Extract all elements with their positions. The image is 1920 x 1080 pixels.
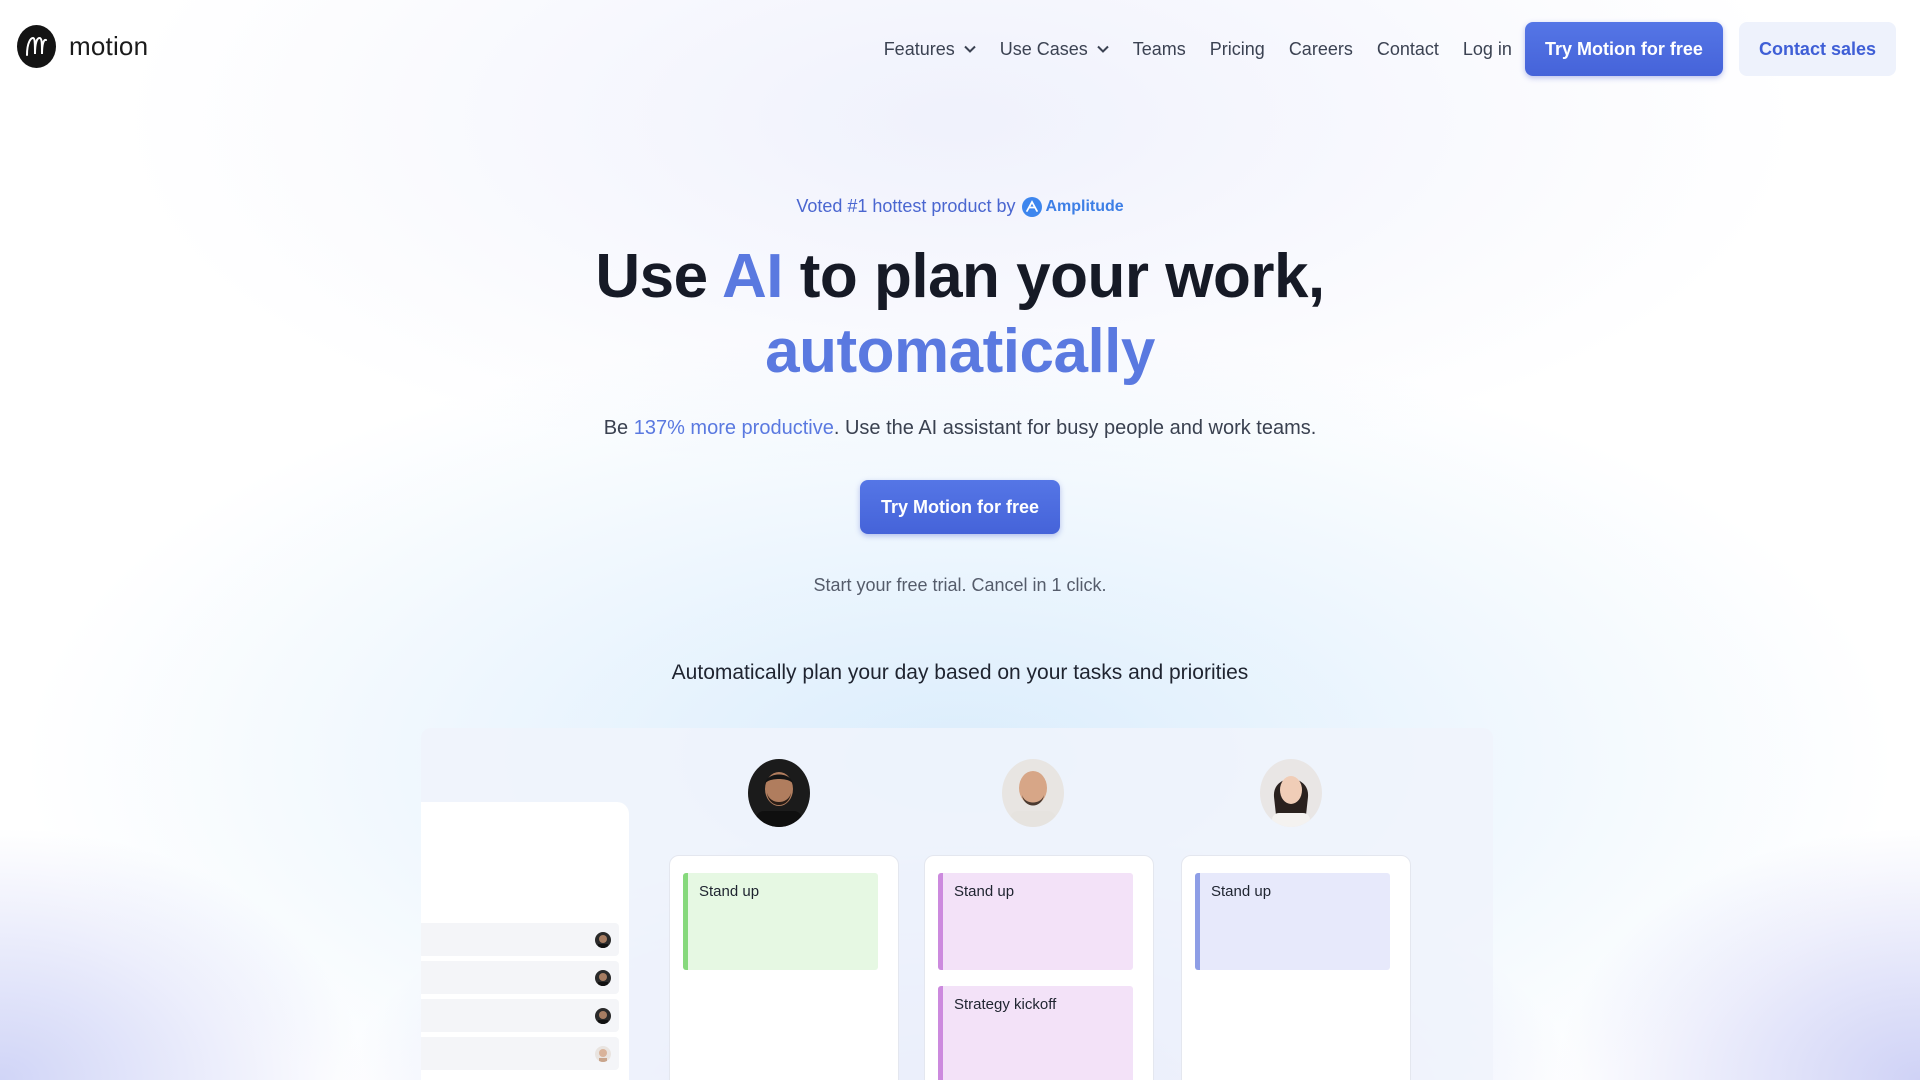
nav-item-teams[interactable]: Teams [1133,39,1186,60]
logo-link[interactable]: motion [17,25,148,68]
contact-sales-button[interactable]: Contact sales [1738,22,1896,76]
avatar [1260,759,1322,827]
task-list-card [421,802,629,1080]
avatar [595,932,611,948]
headline-accent: AI [722,242,784,311]
calendar-column: Stand up [1181,855,1411,1080]
avatar [748,759,810,827]
avatar [1002,759,1064,827]
amplitude-label: Amplitude [1045,197,1124,215]
amplitude-logo-icon [1022,196,1043,217]
logo-text: motion [69,31,149,61]
nav-item-label: Features [883,38,955,59]
top-nav: motion Features Use Cases Teams Pricing … [0,0,1920,100]
avatar [595,1008,611,1024]
nav-item-features[interactable]: Features [884,39,976,60]
subtitle-accent: 137% more productive [633,417,834,439]
try-motion-nav-button[interactable]: Try Motion for free [1524,22,1723,76]
event-title: Stand up [699,883,760,900]
event-title: Stand up [1211,883,1272,900]
login-link[interactable]: Log in [1463,39,1512,60]
headline-accent-line: automatically [765,317,1155,386]
chevron-down-icon [964,45,976,53]
trial-note: Start your free trial. Cancel in 1 click… [813,575,1107,595]
calendar-event[interactable]: Stand up [683,873,878,970]
calendar-column: Stand up Strategy kickoff [924,855,1154,1080]
section-caption: Automatically plan your day based on you… [671,661,1249,684]
nav-item-contact[interactable]: Contact [1377,39,1439,60]
event-title: Stand up [954,883,1015,900]
subtitle-part: . Use the AI assistant for busy people a… [833,417,1317,439]
avatar [595,1046,611,1062]
voted-text: Voted #1 hottest product by [796,196,1016,216]
task-row [421,961,619,994]
motion-logo-icon [17,25,56,68]
calendar-event[interactable]: Stand up [1195,873,1390,970]
headline-part: to plan your work, [783,242,1325,311]
hero-section: Voted #1 hottest product by Amplitude Us… [0,196,1920,685]
amplitude-brand: Amplitude [1022,196,1124,217]
calendar-preview: Stand up Stand up Strategy kickoff Stand… [421,728,1493,1080]
calendar-event[interactable]: Stand up [938,873,1133,970]
subtitle-part: Be [603,417,634,439]
nav-item-careers[interactable]: Careers [1289,39,1353,60]
award-badge: Voted #1 hottest product by Amplitude [0,196,1920,217]
headline-part: Use [595,242,722,311]
task-row [421,923,619,956]
avatar [595,970,611,986]
task-row [421,1037,619,1070]
nav-item-label: Use Cases [999,38,1088,59]
calendar-column: Stand up [669,855,899,1080]
nav-item-use-cases[interactable]: Use Cases [1000,39,1109,60]
task-row [421,999,619,1032]
page-headline: Use AI to plan your work, automatically [0,239,1920,389]
nav-links: Features Use Cases Teams Pricing Careers… [884,22,1896,76]
hero-subtitle: Be 137% more productive. Use the AI assi… [0,417,1920,440]
try-motion-hero-button[interactable]: Try Motion for free [859,480,1060,534]
calendar-event[interactable]: Strategy kickoff [938,986,1133,1080]
event-title: Strategy kickoff [954,996,1057,1013]
chevron-down-icon [1097,45,1109,53]
nav-item-pricing[interactable]: Pricing [1210,39,1265,60]
